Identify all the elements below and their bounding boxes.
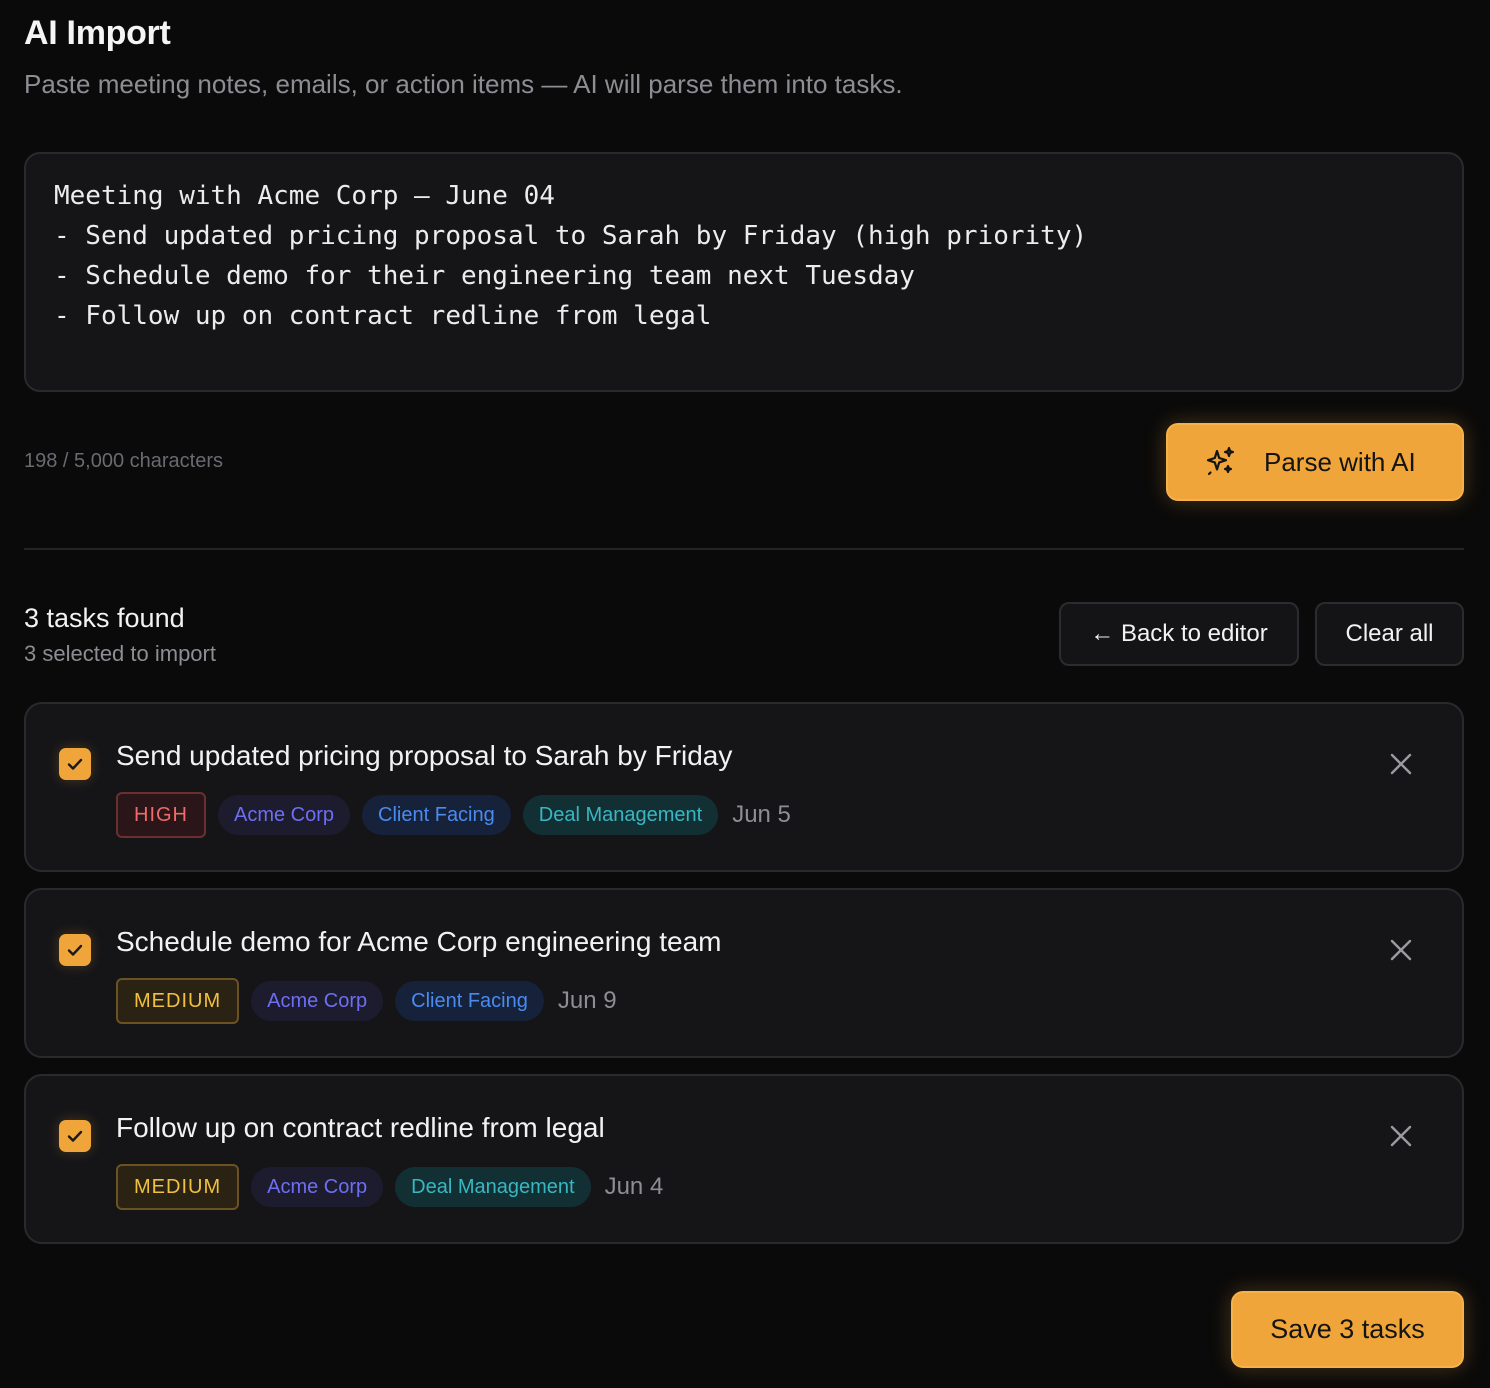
tag-chip: Acme Corp bbox=[251, 1167, 384, 1207]
parse-button-label: Parse with AI bbox=[1264, 446, 1416, 477]
editor-line: - Send updated pricing proposal to Sarah… bbox=[54, 221, 1088, 251]
close-icon[interactable] bbox=[1388, 1123, 1414, 1149]
clear-all-button[interactable]: Clear all bbox=[1315, 602, 1464, 666]
task-checkbox[interactable] bbox=[59, 1120, 91, 1152]
task-title: Send updated pricing proposal to Sarah b… bbox=[116, 740, 733, 771]
parse-with-ai-button[interactable]: Parse with AI bbox=[1166, 423, 1464, 501]
task-title: Schedule demo for Acme Corp engineering … bbox=[116, 926, 722, 957]
task-tags: MEDIUM Acme Corp Deal Management Jun 4 bbox=[116, 1164, 663, 1210]
back-to-editor-button[interactable]: ← Back to editor bbox=[1059, 602, 1299, 666]
task-checkbox[interactable] bbox=[59, 748, 91, 780]
sparkles-icon bbox=[1206, 446, 1235, 476]
task-tags: MEDIUM Acme Corp Client Facing Jun 9 bbox=[116, 978, 617, 1024]
tag-chip: Acme Corp bbox=[218, 795, 351, 835]
task-tags: HIGH Acme Corp Client Facing Deal Manage… bbox=[116, 792, 791, 838]
task-card: Schedule demo for Acme Corp engineering … bbox=[24, 888, 1464, 1058]
ai-import-page: AI Import Paste meeting notes, emails, o… bbox=[24, 0, 1464, 1388]
tag-chip: Deal Management bbox=[395, 1167, 591, 1207]
tag-chip: Client Facing bbox=[395, 981, 544, 1021]
task-card: Send updated pricing proposal to Sarah b… bbox=[24, 702, 1464, 872]
priority-badge: HIGH bbox=[116, 792, 206, 838]
character-count: 198 / 5,000 characters bbox=[24, 450, 224, 472]
editor-line: - Schedule demo for their engineering te… bbox=[54, 261, 915, 291]
priority-badge: MEDIUM bbox=[116, 1164, 240, 1210]
page-subtitle: Paste meeting notes, emails, or action i… bbox=[24, 69, 903, 99]
tag-chip: Client Facing bbox=[362, 795, 511, 835]
save-tasks-button[interactable]: Save 3 tasks bbox=[1231, 1291, 1464, 1368]
checkmark-icon bbox=[67, 944, 83, 956]
tag-chip: Deal Management bbox=[522, 795, 719, 835]
tag-chip: Acme Corp bbox=[251, 981, 384, 1021]
page-title: AI Import bbox=[24, 14, 171, 52]
close-icon[interactable] bbox=[1388, 751, 1414, 777]
task-title: Follow up on contract redline from legal bbox=[116, 1112, 605, 1143]
checkmark-icon bbox=[67, 1130, 83, 1142]
results-subtitle: 3 selected to import bbox=[24, 641, 216, 666]
checkmark-icon bbox=[67, 758, 83, 770]
task-due-date: Jun 9 bbox=[557, 987, 617, 1014]
task-due-date: Jun 5 bbox=[732, 801, 791, 828]
editor-line: - Follow up on contract redline from leg… bbox=[54, 301, 712, 331]
priority-badge: MEDIUM bbox=[116, 978, 240, 1024]
editor-line: Meeting with Acme Corp – June 04 bbox=[54, 181, 555, 211]
results-title: 3 tasks found bbox=[24, 603, 185, 633]
task-checkbox[interactable] bbox=[59, 934, 91, 966]
section-divider bbox=[24, 548, 1464, 550]
task-card: Follow up on contract redline from legal… bbox=[24, 1074, 1464, 1244]
close-icon[interactable] bbox=[1388, 937, 1414, 963]
task-due-date: Jun 4 bbox=[604, 1173, 664, 1200]
notes-textarea[interactable]: Meeting with Acme Corp – June 04 - Send … bbox=[24, 152, 1464, 392]
